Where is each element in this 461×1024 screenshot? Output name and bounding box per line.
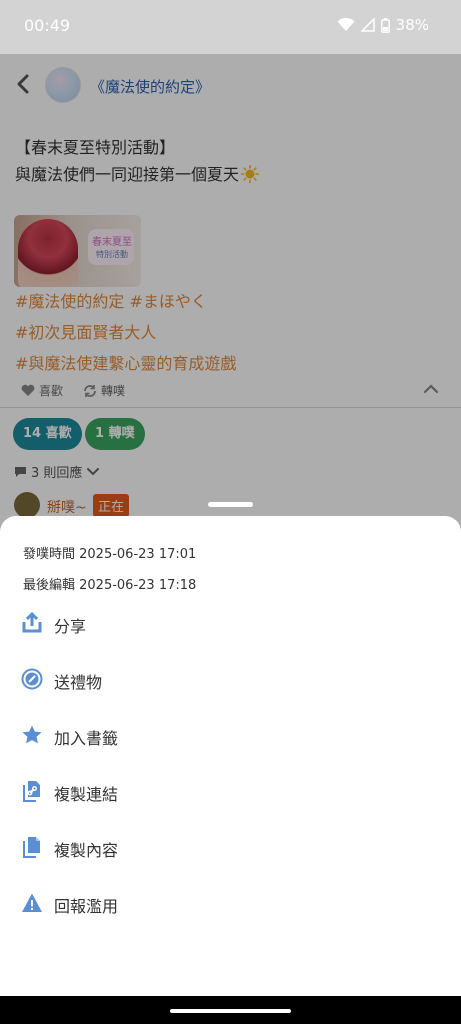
menu-label-report: 回報濫用 — [54, 897, 119, 916]
menu-item-gift[interactable]: 送禮物 — [0, 655, 461, 705]
warning-icon — [22, 893, 42, 912]
battery-icon — [380, 17, 390, 33]
menu-item-share[interactable]: 分享 — [0, 599, 461, 649]
signal-icon — [360, 18, 375, 32]
copy-link-icon — [23, 781, 40, 802]
star-icon — [22, 725, 42, 744]
menu-label-share: 分享 — [54, 617, 87, 636]
menu-label-bookmark: 加入書籤 — [54, 729, 119, 748]
battery-percent: 38% — [395, 16, 429, 34]
copy-content-icon — [23, 837, 40, 858]
edited-time: 最後編輯 2025-06-23 17:18 — [23, 578, 197, 593]
wifi-icon — [337, 18, 355, 31]
menu-label-copy-link: 複製連結 — [54, 785, 119, 804]
menu-label-copy-content: 複製內容 — [54, 841, 119, 860]
menu-label-gift: 送禮物 — [54, 673, 103, 692]
system-nav-bar — [0, 996, 461, 1024]
menu-item-copy-content[interactable]: 複製內容 — [0, 823, 461, 873]
post-options-sheet: 發噗時間 2025-06-23 17:01 最後編輯 2025-06-23 17… — [0, 516, 461, 996]
status-bar: 00:49 38% — [0, 0, 461, 54]
menu-item-bookmark[interactable]: 加入書籤 — [0, 711, 461, 761]
posted-time: 發噗時間 2025-06-23 17:01 — [23, 547, 197, 562]
share-icon — [22, 612, 42, 633]
gift-icon — [21, 668, 43, 690]
menu-item-copy-link[interactable]: 複製連結 — [0, 767, 461, 817]
status-indicators: 38% — [337, 16, 429, 34]
home-gesture-pill[interactable] — [170, 1009, 291, 1013]
sheet-drag-handle[interactable] — [208, 502, 253, 507]
menu-item-report[interactable]: 回報濫用 — [0, 879, 461, 929]
status-time: 00:49 — [24, 16, 71, 35]
